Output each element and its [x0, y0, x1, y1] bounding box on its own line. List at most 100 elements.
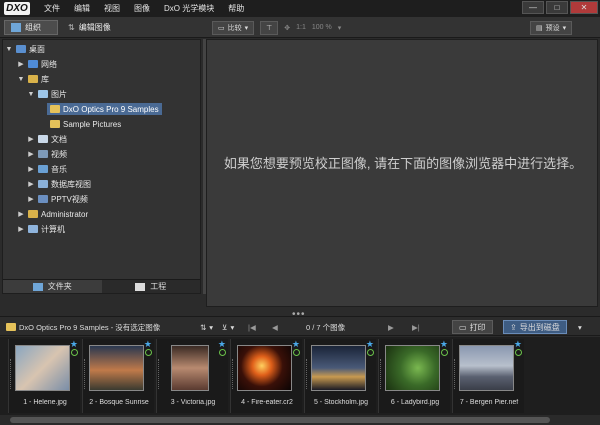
network-icon: [28, 60, 38, 68]
image-viewer: 如果您想要预览校正图像, 请在下面的图像浏览器中进行选择。: [206, 39, 598, 307]
tree-item-pictures[interactable]: ▼ 图片: [27, 88, 67, 100]
tree-item-music[interactable]: ▶ 音乐: [27, 163, 67, 175]
print-label: 打印: [469, 322, 486, 332]
menu-view[interactable]: 视图: [104, 3, 120, 14]
scrollbar-thumb[interactable]: [10, 417, 550, 423]
tab-projects[interactable]: 工程: [102, 280, 201, 293]
tree-item-label: DxO Optics Pro 9 Samples: [63, 104, 159, 114]
thumbnail-label: 2 - Bosque Sunrise: [89, 399, 149, 406]
filter-button[interactable]: ⊻ ▾: [222, 321, 234, 333]
export-options-button[interactable]: ▾: [578, 321, 582, 333]
menu-edit[interactable]: 编辑: [74, 3, 90, 14]
expander-icon[interactable]: ▼: [17, 76, 25, 83]
split-view-button[interactable]: ⊤: [260, 20, 279, 35]
compare-label: 比较: [227, 24, 242, 32]
first-image-button[interactable]: |◀: [248, 321, 256, 333]
panel-tabs: 文件夹 工程: [3, 279, 200, 293]
expander-icon[interactable]: ▶: [27, 195, 35, 203]
tree-item-pptv[interactable]: ▶ PPTV视频: [27, 193, 88, 205]
tree-item-documents[interactable]: ▶ 文档: [27, 133, 67, 145]
thumbnail-image: [385, 345, 440, 391]
expander-icon[interactable]: ▶: [27, 135, 35, 143]
compare-button[interactable]: ▭ 比较 ▾: [212, 20, 255, 35]
status-indicator-icon: [71, 349, 78, 356]
expander-icon[interactable]: ▶: [27, 165, 35, 173]
zoom-one-to-one[interactable]: 1:1: [296, 24, 306, 31]
drag-handle: [454, 359, 456, 389]
chevron-down-icon: ▾: [562, 24, 567, 32]
thumbnail-bergen-pier[interactable]: ★ 7 - Bergen Pier.nef: [452, 339, 524, 413]
menu-file[interactable]: 文件: [44, 3, 60, 14]
thumbnail-bosque-sunrise[interactable]: ★ 2 - Bosque Sunrise: [82, 339, 154, 413]
thumbnail-helene[interactable]: ★ 1 - Helene.jpg: [8, 339, 80, 413]
tree-item-label: 数据库视图: [51, 179, 91, 189]
window-controls: — □ ✕: [522, 1, 598, 14]
expander-icon[interactable]: ▶: [17, 60, 25, 68]
music-icon: [38, 165, 48, 173]
expander-icon[interactable]: ▶: [17, 225, 25, 233]
previous-image-button[interactable]: ◀: [272, 321, 278, 333]
filmstrip-scrollbar[interactable]: [0, 415, 600, 425]
preset-button[interactable]: ▤ 预设 ▾: [530, 20, 573, 35]
preset-area: ▤ 预设 ▾: [530, 20, 573, 35]
tab-folders[interactable]: 文件夹: [3, 280, 102, 293]
move-icon[interactable]: ✥: [284, 24, 290, 32]
previous-icon: ◀: [272, 322, 278, 332]
tab-organize[interactable]: 组织: [4, 20, 58, 35]
tree-item-label: 视频: [51, 149, 67, 159]
thumbnail-fire-eater[interactable]: ★ 4 - Fire-eater.cr2: [230, 339, 302, 413]
tree-item-videos[interactable]: ▶ 视频: [27, 148, 67, 160]
chevron-down-icon: ▾: [230, 322, 235, 332]
tree-item-label: PPTV视频: [51, 194, 88, 204]
maximize-button[interactable]: □: [546, 1, 568, 14]
expander-icon[interactable]: ▼: [27, 91, 35, 98]
grid-icon: [11, 23, 21, 32]
tab-projects-label: 工程: [150, 282, 167, 291]
drag-handle: [306, 359, 308, 389]
tree-item-library[interactable]: ▼ 库: [17, 73, 49, 85]
database-icon: [38, 180, 48, 188]
tree-item-desktop[interactable]: ▼ 桌面: [5, 43, 45, 55]
minimize-button[interactable]: —: [522, 1, 544, 14]
tree-item-sample-pictures[interactable]: Sample Pictures: [50, 118, 121, 130]
tree-item-administrator[interactable]: ▶ Administrator: [17, 208, 88, 220]
last-image-button[interactable]: ▶|: [412, 321, 420, 333]
expander-icon[interactable]: ▶: [27, 150, 35, 158]
zoom-level[interactable]: 100 %: [312, 24, 332, 31]
preset-label: 预设: [545, 24, 560, 32]
tab-edit-image[interactable]: ⇅ 编辑图像: [62, 20, 117, 35]
thumbnail-victoria[interactable]: ★ 3 - Victoria.jpg: [156, 339, 228, 413]
export-icon: ⇪: [510, 322, 517, 332]
tree-item-network[interactable]: ▶ 网络: [17, 58, 57, 70]
menu-dxo-optics-modules[interactable]: DxO 光学模块: [164, 3, 214, 14]
status-indicator-icon: [515, 349, 522, 356]
compare-icon: ▭: [218, 24, 225, 32]
next-image-button[interactable]: ▶: [388, 321, 394, 333]
close-button[interactable]: ✕: [570, 1, 598, 14]
tree-item-label: 音乐: [51, 164, 67, 174]
preset-icon: ▤: [536, 24, 543, 32]
next-icon: ▶: [388, 322, 394, 332]
tree-item-database-view[interactable]: ▶ 数据库视图: [27, 178, 91, 190]
export-label: 导出到磁盘: [519, 322, 560, 332]
tree-item-label: Sample Pictures: [63, 119, 122, 129]
tree-item-dxo-samples[interactable]: DxO Optics Pro 9 Samples: [47, 103, 162, 115]
print-button[interactable]: ▭ 打印: [452, 320, 493, 334]
menu-help[interactable]: 帮助: [228, 3, 244, 14]
chevron-down-icon[interactable]: ▾: [338, 24, 342, 32]
expander-icon[interactable]: ▼: [5, 46, 13, 53]
sort-icon: ⇅: [200, 322, 207, 332]
tree-item-computer[interactable]: ▶ 计算机: [17, 223, 65, 235]
filmstrip: ★ 1 - Helene.jpg ★ 2 - Bosque Sunrise ★ …: [0, 337, 600, 425]
menu-image[interactable]: 图像: [134, 3, 150, 14]
thumbnail-stockholm[interactable]: ★ 5 - Stockholm.jpg: [304, 339, 376, 413]
current-folder-label: DxO Optics Pro 9 Samples - 没有选定图像: [19, 322, 161, 332]
expander-icon[interactable]: ▶: [17, 210, 25, 218]
sort-button[interactable]: ⇅ ▾: [200, 321, 213, 333]
thumbnail-ladybird[interactable]: ★ 6 - Ladybird.jpg: [378, 339, 450, 413]
first-icon: |◀: [248, 322, 256, 332]
export-to-disk-button[interactable]: ⇪ 导出到磁盘: [503, 320, 567, 334]
thumbnail-label: 1 - Helene.jpg: [23, 399, 67, 406]
expander-icon[interactable]: ▶: [27, 180, 35, 188]
current-folder: DxO Optics Pro 9 Samples - 没有选定图像: [6, 321, 160, 333]
